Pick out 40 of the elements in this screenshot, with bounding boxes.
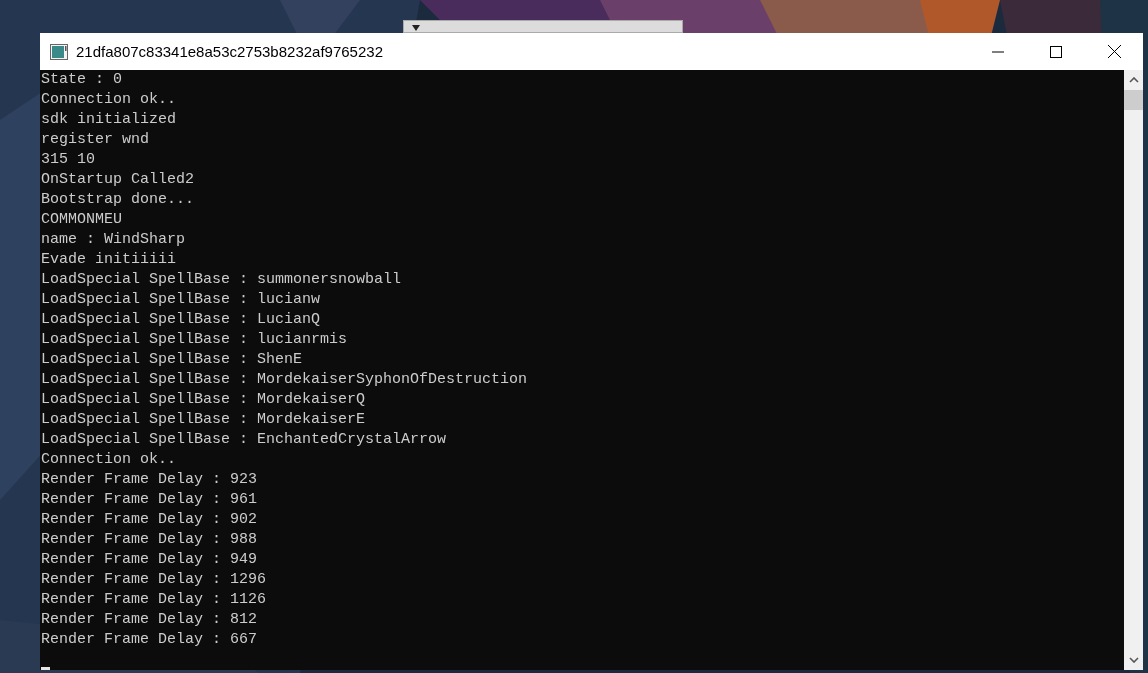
background-window[interactable] xyxy=(403,20,683,33)
console-line: OnStartup Called2 xyxy=(41,170,196,190)
console-line: Render Frame Delay : 667 xyxy=(41,630,259,650)
console-line: name : WindSharp xyxy=(41,230,187,250)
console-line: Render Frame Delay : 1296 xyxy=(41,570,268,590)
console-line: 315 10 xyxy=(41,150,96,170)
console-line: Bootstrap done... xyxy=(41,190,196,210)
console-window-icon xyxy=(50,43,68,60)
triangle-icon xyxy=(412,25,420,31)
console-line: Render Frame Delay : 1126 xyxy=(41,590,268,610)
scroll-thumb[interactable] xyxy=(1124,90,1143,110)
scroll-down-icon[interactable] xyxy=(1128,657,1139,663)
console-line: LoadSpecial SpellBase : lucianw xyxy=(41,290,322,310)
console-line: State : 0 xyxy=(41,70,123,90)
console-line: Evade initiiiii xyxy=(41,250,178,270)
console-line: Render Frame Delay : 812 xyxy=(41,610,259,630)
console-line: Render Frame Delay : 902 xyxy=(41,510,259,530)
scrollbar[interactable] xyxy=(1124,70,1143,670)
console-line: Render Frame Delay : 961 xyxy=(41,490,259,510)
console-line: LoadSpecial SpellBase : MordekaiserSyphonOfDestruction xyxy=(41,370,529,390)
console-line: sdk initialized xyxy=(41,110,178,130)
console-line: Connection ok.. xyxy=(41,90,178,110)
console-line: COMMONMEU xyxy=(41,210,123,230)
console-line: LoadSpecial SpellBase : LucianQ xyxy=(41,310,322,330)
maximize-icon xyxy=(1050,45,1062,58)
console-line: Render Frame Delay : 949 xyxy=(41,550,259,570)
console-line: LoadSpecial SpellBase : summonersnowball xyxy=(41,270,403,290)
console-line: LoadSpecial SpellBase : MordekaiserQ xyxy=(41,390,367,410)
console-line: LoadSpecial SpellBase : lucianrmis xyxy=(41,330,349,350)
console-line: LoadSpecial SpellBase : MordekaiserE xyxy=(41,410,367,430)
window-title: 21dfa807c83341e8a53c2753b8232af9765232 xyxy=(76,43,383,60)
console-line: Connection ok.. xyxy=(41,450,178,470)
console-line: LoadSpecial SpellBase : ShenE xyxy=(41,350,304,370)
console-line: LoadSpecial SpellBase : EnchantedCrystalArrow xyxy=(41,430,448,450)
close-icon xyxy=(1107,45,1121,58)
console-line: register wnd xyxy=(41,130,151,150)
scroll-up-icon[interactable] xyxy=(1128,77,1139,83)
console-line: Render Frame Delay : 923 xyxy=(41,470,259,490)
console-line: Render Frame Delay : 988 xyxy=(41,530,259,550)
text-cursor xyxy=(41,667,50,670)
